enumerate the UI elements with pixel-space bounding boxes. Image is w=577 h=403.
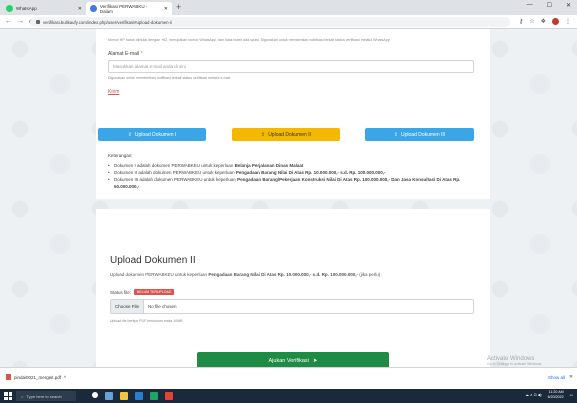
activate-windows-watermark: Activate Windows Go to Settings to activ… xyxy=(487,356,542,366)
task-view-icon[interactable] xyxy=(105,392,113,400)
email-label: Alamat E-mail * xyxy=(108,51,142,57)
pdf-icon xyxy=(6,374,11,380)
excel-icon[interactable] xyxy=(150,392,158,400)
url-field[interactable]: verifikasi.bulikaufy.com/index.php/user/… xyxy=(30,17,510,27)
button-label: Upload Dokumen III xyxy=(401,131,446,138)
status-row: Status file: BELUM TERUPLOAD xyxy=(110,289,175,295)
url-text: verifikasi.bulikaufy.com/index.php/user/… xyxy=(43,19,172,25)
menu-icon[interactable]: ⋮ xyxy=(565,18,571,25)
file-help-text: Upload file bertipe PDF berukuran maks 1… xyxy=(110,319,183,323)
section-title: Upload Dokumen II xyxy=(110,255,196,266)
watermark-subtitle: Go to Settings to activate Windows. xyxy=(487,362,543,366)
tab-whatsapp[interactable]: WhatsApp ✕ xyxy=(2,2,86,15)
browser-tabbar: WhatsApp ✕ Verifikasi PERWABKU - Dalam ✕… xyxy=(0,0,577,15)
minimize-button[interactable]: — xyxy=(527,2,533,9)
close-icon[interactable]: ✕ xyxy=(569,374,573,380)
file-name-text: No file chosen xyxy=(148,304,177,309)
taskbar-apps xyxy=(92,392,173,400)
forward-icon[interactable]: → xyxy=(17,18,24,25)
search-icon: ○ xyxy=(21,393,24,399)
star-icon[interactable]: ☆ xyxy=(529,18,534,25)
search-placeholder: Type here to search xyxy=(26,393,62,399)
back-icon[interactable]: ← xyxy=(5,18,12,25)
tab-verifikasi[interactable]: Verifikasi PERWABKU - Dalam ✕ xyxy=(86,2,172,15)
section-subtitle: Upload dokumen PERWABKEU untuk keperluan… xyxy=(110,272,381,277)
email-label-text: Alamat E-mail xyxy=(108,51,140,57)
chevron-up-icon[interactable]: ^ xyxy=(64,375,66,380)
upload-card: Upload Dokumen II Upload dokumen PERWABK… xyxy=(96,209,490,385)
list-item: Dokumen III adalah dokumen PERWABKEU unt… xyxy=(108,176,478,190)
windows-start-icon[interactable] xyxy=(4,392,12,400)
required-mark: * xyxy=(140,51,143,57)
new-tab-button[interactable]: + xyxy=(176,2,181,12)
status-label: Status file: xyxy=(110,289,132,295)
email-placeholder: Masukkan alamat e-mail anda di sini xyxy=(113,64,186,69)
clock[interactable]: 11:20 AM 6/20/2022 xyxy=(548,390,564,400)
file-explorer-icon[interactable] xyxy=(120,392,128,400)
file-input[interactable]: Choose File No file chosen xyxy=(110,299,474,314)
key-icon[interactable]: ⚷ xyxy=(519,18,523,25)
chrome-icon[interactable] xyxy=(165,392,173,400)
address-bar-row: ← → ⟳ verifikasi.bulikaufy.com/index.php… xyxy=(0,15,577,29)
keterangan-title: Keterangan: xyxy=(108,153,133,158)
downloads-bar: pindai0021_mergeit.pdf ^ Show all ✕ xyxy=(0,367,577,389)
avatar[interactable] xyxy=(552,18,559,25)
phone-help-text: Nomor HP harus dimulai dengan +62, merup… xyxy=(108,38,390,42)
cortana-icon[interactable] xyxy=(92,392,98,398)
show-all-link[interactable]: Show all xyxy=(548,375,565,380)
email-field[interactable]: Masukkan alamat e-mail anda di sini xyxy=(108,60,474,73)
toolbar-icons: ⚷ ☆ ❖ ⋮ xyxy=(519,18,571,25)
kirim-link[interactable]: Kirim xyxy=(108,89,119,95)
keterangan-list: Dokumen I adalah dokumen PERWABKEU untuk… xyxy=(108,162,478,190)
send-icon: ➤ xyxy=(312,358,318,364)
taskbar: ○ Type here to search ☁ ∧ ⊡ ◀) 11:20 AM … xyxy=(0,389,577,403)
choose-file-button[interactable]: Choose File xyxy=(111,300,145,313)
button-label: Upload Dokumen II xyxy=(268,131,311,138)
extensions-icon[interactable]: ❖ xyxy=(541,18,546,25)
status-badge: BELUM TERUPLOAD xyxy=(134,289,175,295)
close-icon[interactable]: ✕ xyxy=(78,6,82,12)
list-item: Dokumen II adalah dokumen PERWABKEU untu… xyxy=(108,169,478,176)
close-window-button[interactable]: ✕ xyxy=(566,2,571,9)
taskbar-search[interactable]: ○ Type here to search xyxy=(16,391,76,401)
clock-date: 6/20/2022 xyxy=(547,395,564,399)
form-card: Nomor HP harus dimulai dengan +62, merup… xyxy=(96,29,490,199)
list-item: Dokumen I adalah dokumen PERWABKEU untuk… xyxy=(108,162,478,169)
site-icon xyxy=(90,5,97,12)
tab-label: Verifikasi PERWABKU - Dalam xyxy=(99,3,148,14)
upload-dokumen-1-button[interactable]: ⇪ Upload Dokumen I xyxy=(98,128,206,141)
notification-icon[interactable]: ▭ xyxy=(570,393,573,398)
download-item[interactable]: pindai0021_mergeit.pdf ^ xyxy=(6,374,66,380)
download-filename: pindai0021_mergeit.pdf xyxy=(14,374,62,380)
window-controls: — ☐ ✕ xyxy=(527,2,571,9)
tab-label: WhatsApp xyxy=(16,6,37,11)
upload-dokumen-3-button[interactable]: ⇪ Upload Dokumen III xyxy=(365,128,474,141)
maximize-button[interactable]: ☐ xyxy=(547,2,552,9)
upload-icon: ⇪ xyxy=(127,131,132,138)
button-label: Upload Dokumen I xyxy=(134,131,177,138)
whatsapp-icon xyxy=(6,5,13,12)
email-help-text: Digunakan untuk memberikan notifikasi te… xyxy=(108,76,231,80)
button-label: Ajukan Verifikasi xyxy=(268,358,309,364)
tray-icons[interactable]: ☁ ∧ ⊡ ◀) xyxy=(525,393,541,398)
close-icon[interactable]: ✕ xyxy=(164,6,168,12)
upload-icon: ⇪ xyxy=(393,131,398,138)
system-tray: ☁ ∧ ⊡ ◀) 11:20 AM 6/20/2022 ▭ xyxy=(525,390,573,400)
lock-icon xyxy=(36,20,40,24)
word-icon[interactable] xyxy=(135,392,143,400)
upload-dokumen-2-button[interactable]: ⇪ Upload Dokumen II xyxy=(232,128,340,141)
page-content: Nomor HP harus dimulai dengan +62, merup… xyxy=(0,29,577,385)
upload-icon: ⇪ xyxy=(260,131,266,138)
